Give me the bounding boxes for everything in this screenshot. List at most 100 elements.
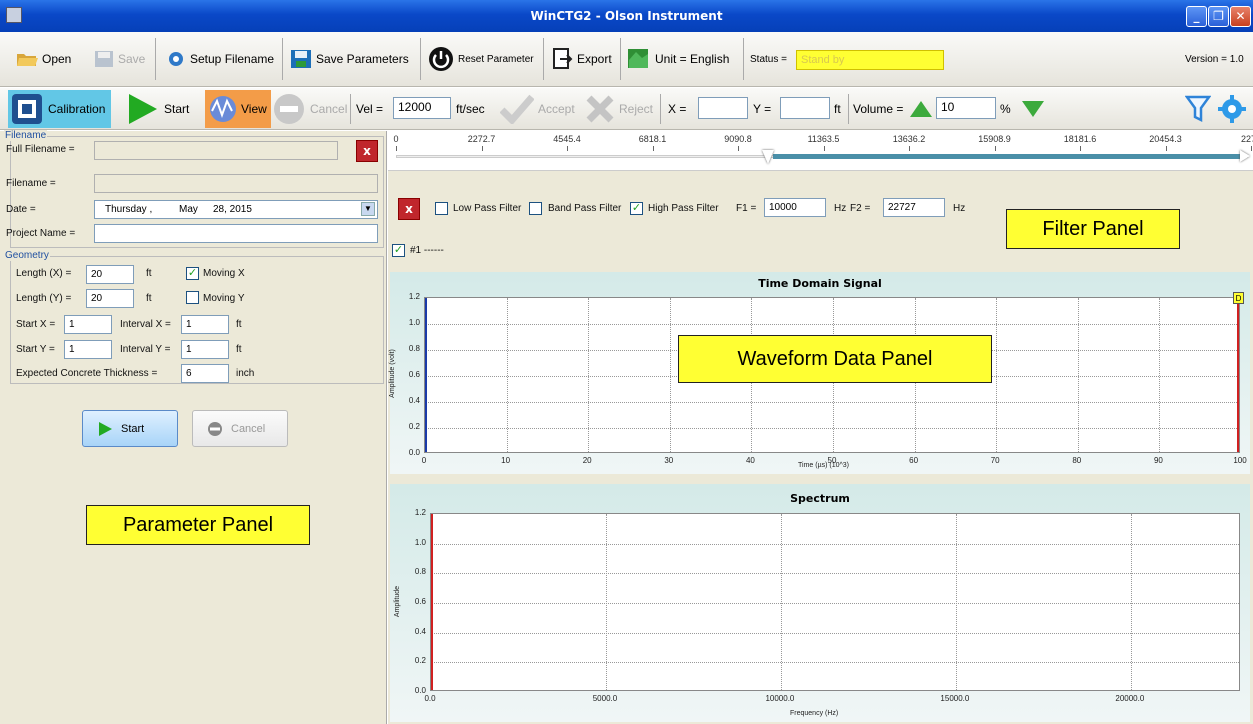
- ruler-handle-right[interactable]: [1240, 150, 1250, 162]
- save-parameters-button[interactable]: Save Parameters: [290, 32, 409, 86]
- export-button[interactable]: Export: [553, 32, 612, 86]
- frequency-ruler[interactable]: 0 2272.7 4545.4 6818.1 9090.8 11363.5 13636.2 1…: [388, 131, 1253, 171]
- x-coordinate-label: X =: [668, 101, 687, 116]
- x-tick-label: 5000.0: [592, 694, 618, 703]
- interval-x-input[interactable]: 1: [181, 315, 229, 334]
- ruler-tick-label: 11363.5: [807, 134, 840, 144]
- grid-line-h: [431, 573, 1239, 575]
- gear-icon: [169, 52, 183, 66]
- spectrum-x-axis-label: Frequency (Hz): [790, 710, 839, 717]
- ruler-tick-label: 9090.8: [724, 134, 752, 144]
- project-name-label: Project Name =: [6, 228, 76, 239]
- cancel-button[interactable]: Cancel: [192, 410, 288, 447]
- ruler-tick-label: 15908.9: [978, 134, 1011, 144]
- full-filename-label: Full Filename =: [6, 144, 75, 155]
- view-button[interactable]: View: [205, 90, 271, 128]
- grid-line-v: [669, 298, 671, 452]
- y-coordinate-input[interactable]: [780, 97, 830, 119]
- volume-label: Volume =: [853, 101, 904, 116]
- thickness-unit: inch: [236, 368, 255, 379]
- ruler-tick-mark: [481, 146, 483, 151]
- high-pass-checkbox[interactable]: ✓: [630, 202, 643, 215]
- ruler-handle-left[interactable]: [762, 150, 774, 164]
- band-pass-checkbox[interactable]: [529, 202, 542, 215]
- calibration-button[interactable]: Calibration: [8, 90, 112, 128]
- signal-trace: [425, 298, 427, 452]
- ruler-tick-label: 6818.1: [638, 134, 667, 144]
- filename-field: [94, 174, 378, 193]
- clear-filter-button[interactable]: x: [398, 198, 420, 220]
- cancel-toolbar-button[interactable]: Cancel: [272, 88, 347, 129]
- grid-line-h: [431, 603, 1239, 604]
- reject-button[interactable]: Reject: [585, 88, 653, 129]
- x-tick-label: 20000.0: [1115, 694, 1145, 703]
- f1-unit: Hz: [834, 203, 847, 214]
- length-x-input[interactable]: 20: [86, 265, 134, 284]
- volume-down-icon[interactable]: [1021, 100, 1045, 118]
- project-name-input[interactable]: [94, 224, 378, 243]
- low-pass-checkbox[interactable]: [435, 202, 448, 215]
- volume-up-icon[interactable]: [909, 100, 933, 118]
- chart-marker[interactable]: D: [1233, 292, 1244, 304]
- time-domain-chart: Time Domain Signal Time (µs) (10^3) Ampl…: [389, 272, 1250, 474]
- length-y-input[interactable]: 20: [86, 289, 134, 308]
- parameter-panel: Filename Full Filename = x Filename = Da…: [0, 130, 387, 724]
- close-button[interactable]: ✕: [1230, 6, 1251, 27]
- x-coordinate-input[interactable]: [698, 97, 748, 119]
- ruler-tick-label: 2272: [1241, 134, 1253, 144]
- unit-selector[interactable]: Unit = English: [627, 32, 729, 86]
- ruler-tick-mark: [567, 146, 568, 151]
- y-tick-label: 1.2: [414, 508, 426, 517]
- spectrum-chart: Spectrum Frequency (Hz) Amplitude 1.2 1.0…: [390, 484, 1250, 722]
- setup-filename-button[interactable]: Setup Filename: [166, 32, 274, 86]
- x-tick-label: 90: [1153, 456, 1163, 465]
- thickness-label: Expected Concrete Thickness =: [16, 368, 158, 379]
- grid-line-v: [1077, 298, 1079, 452]
- start-button[interactable]: Start: [82, 410, 178, 447]
- status-label: Status =: [750, 53, 787, 65]
- cursor-line[interactable]: [1237, 298, 1239, 452]
- spectrum-chart-title: Spectrum: [790, 492, 850, 505]
- accept-button[interactable]: Accept: [500, 88, 575, 129]
- filter-panel-label: Filter Panel: [1006, 209, 1180, 249]
- open-button[interactable]: Open: [16, 32, 71, 86]
- save-button[interactable]: Save: [94, 32, 145, 86]
- f1-input[interactable]: 10000: [764, 198, 826, 217]
- moving-y-checkbox[interactable]: [186, 291, 199, 304]
- clear-filename-button[interactable]: x: [356, 140, 378, 162]
- status-field: Stand by: [796, 50, 944, 70]
- geometry-group-label: Geometry: [4, 250, 50, 261]
- save-parameters-icon: [291, 50, 311, 68]
- interval-y-input[interactable]: 1: [181, 340, 229, 359]
- f2-input[interactable]: 22727: [883, 198, 945, 217]
- filter-icon[interactable]: [1185, 94, 1211, 124]
- grid-line-h: [431, 662, 1239, 664]
- reset-parameter-button[interactable]: Reset Parameter: [428, 32, 534, 86]
- window-title: WinCTG2 - Olson Instrument: [530, 9, 723, 23]
- ruler-selection[interactable]: [773, 154, 1243, 159]
- grid-line-h: [425, 428, 1239, 429]
- moving-x-checkbox[interactable]: ✓: [186, 267, 199, 280]
- start-y-input[interactable]: 1: [64, 340, 112, 359]
- main-toolbar: Open Save Setup Filename Save Parameters…: [0, 32, 1253, 87]
- interval-y-unit: ft: [236, 344, 242, 355]
- start-toolbar-button[interactable]: Start: [126, 88, 189, 129]
- settings-gear-icon[interactable]: [1217, 94, 1247, 124]
- x-tick-label: 30: [664, 456, 674, 465]
- minimize-button[interactable]: _: [1186, 6, 1207, 27]
- spectrum-plot-area[interactable]: [430, 513, 1240, 691]
- chevron-down-icon[interactable]: ▼: [361, 202, 375, 216]
- velocity-input[interactable]: 12000: [393, 97, 451, 119]
- series-1-checkbox[interactable]: ✓: [392, 244, 405, 257]
- grid-line-h: [431, 632, 1239, 634]
- restore-button[interactable]: ❐: [1208, 6, 1229, 27]
- export-icon: [553, 48, 573, 69]
- start-x-input[interactable]: 1: [64, 315, 112, 334]
- thickness-input[interactable]: 6: [181, 364, 229, 383]
- time-chart-title: Time Domain Signal: [758, 277, 882, 290]
- grid-line-v: [1130, 514, 1132, 690]
- volume-input[interactable]: 10: [936, 97, 996, 119]
- interval-x-unit: ft: [236, 319, 242, 330]
- grid-line-h: [431, 543, 1239, 545]
- date-picker[interactable]: Thursday , May 28, 2015 ▼: [94, 200, 378, 219]
